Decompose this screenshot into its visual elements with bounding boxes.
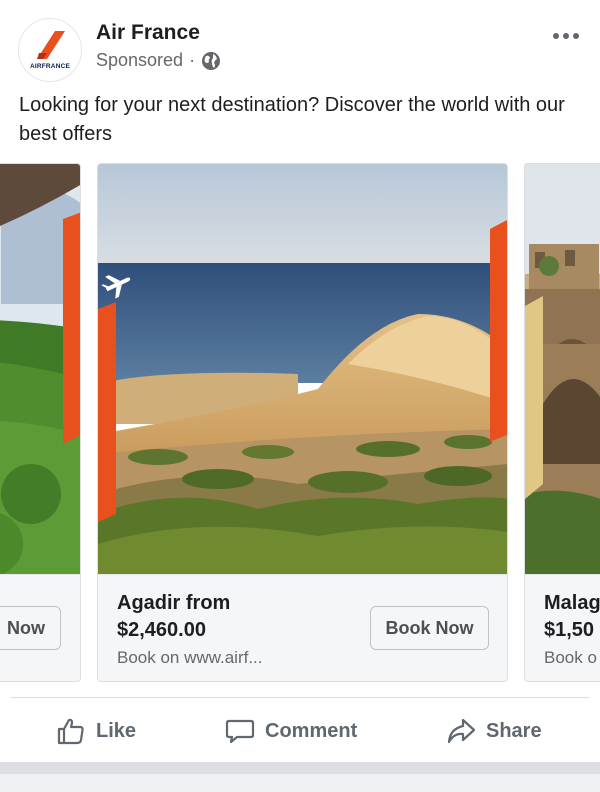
sponsored-post: AIRFRANCE Air France Sponsored · Looking… xyxy=(0,0,600,792)
card-footer: Malag $1,50 Book o xyxy=(525,574,600,681)
card-price: $1,50 xyxy=(544,619,595,641)
page-name[interactable]: Air France xyxy=(96,21,200,45)
feed-separator xyxy=(0,762,600,774)
more-dots-icon[interactable] xyxy=(550,22,582,50)
card-link[interactable]: Book o xyxy=(544,648,597,668)
share-icon xyxy=(447,718,476,744)
share-label: Share xyxy=(486,719,542,742)
air-france-logo-icon xyxy=(37,31,65,59)
card-title: Agadir from xyxy=(117,592,231,614)
sponsored-line: Sponsored · xyxy=(96,50,221,71)
forest-scene-image xyxy=(0,164,80,574)
book-now-button[interactable]: Book Now xyxy=(370,606,489,650)
agadir-dunes-image xyxy=(98,164,507,574)
separator-dot: · xyxy=(189,50,196,70)
post-caption: Looking for your next destination? Disco… xyxy=(19,94,565,145)
comment-button[interactable]: Comment xyxy=(225,708,357,754)
card-price: $2,460.00 xyxy=(117,619,206,641)
comment-label: Comment xyxy=(265,719,358,742)
feed-background xyxy=(0,774,600,792)
malaga-bridge-image xyxy=(525,164,600,574)
card-image-forest[interactable] xyxy=(0,164,80,574)
card-link[interactable]: Book on www.airf... xyxy=(117,648,263,668)
card-title: Malag xyxy=(544,592,600,614)
avatar[interactable]: AIRFRANCE xyxy=(18,18,82,82)
globe-icon[interactable] xyxy=(201,51,221,71)
thumbs-up-icon xyxy=(57,718,84,745)
card-image-agadir[interactable] xyxy=(98,164,507,574)
avatar-logo-text: AIRFRANCE xyxy=(29,63,71,70)
carousel-card-previous[interactable]: Now xyxy=(0,163,81,682)
card-footer: Agadir from $2,460.00 Book on www.airf..… xyxy=(98,574,507,681)
card-image-malaga[interactable] xyxy=(525,164,600,574)
like-label: Like xyxy=(96,719,137,742)
book-now-button[interactable]: Now xyxy=(0,606,61,650)
post-actions: Like Comment Share xyxy=(0,708,600,754)
share-button[interactable]: Share xyxy=(446,708,542,754)
comment-icon xyxy=(225,719,255,744)
ad-carousel[interactable]: Now Agadir from $2,460.00 Book on www.ai… xyxy=(0,163,600,683)
carousel-card-malaga[interactable]: Malag $1,50 Book o xyxy=(524,163,600,682)
divider xyxy=(10,697,590,698)
card-footer: Now xyxy=(0,574,80,681)
sponsored-label[interactable]: Sponsored xyxy=(96,50,183,71)
like-button[interactable]: Like xyxy=(56,708,136,754)
carousel-card-agadir[interactable]: Agadir from $2,460.00 Book on www.airf..… xyxy=(97,163,508,682)
